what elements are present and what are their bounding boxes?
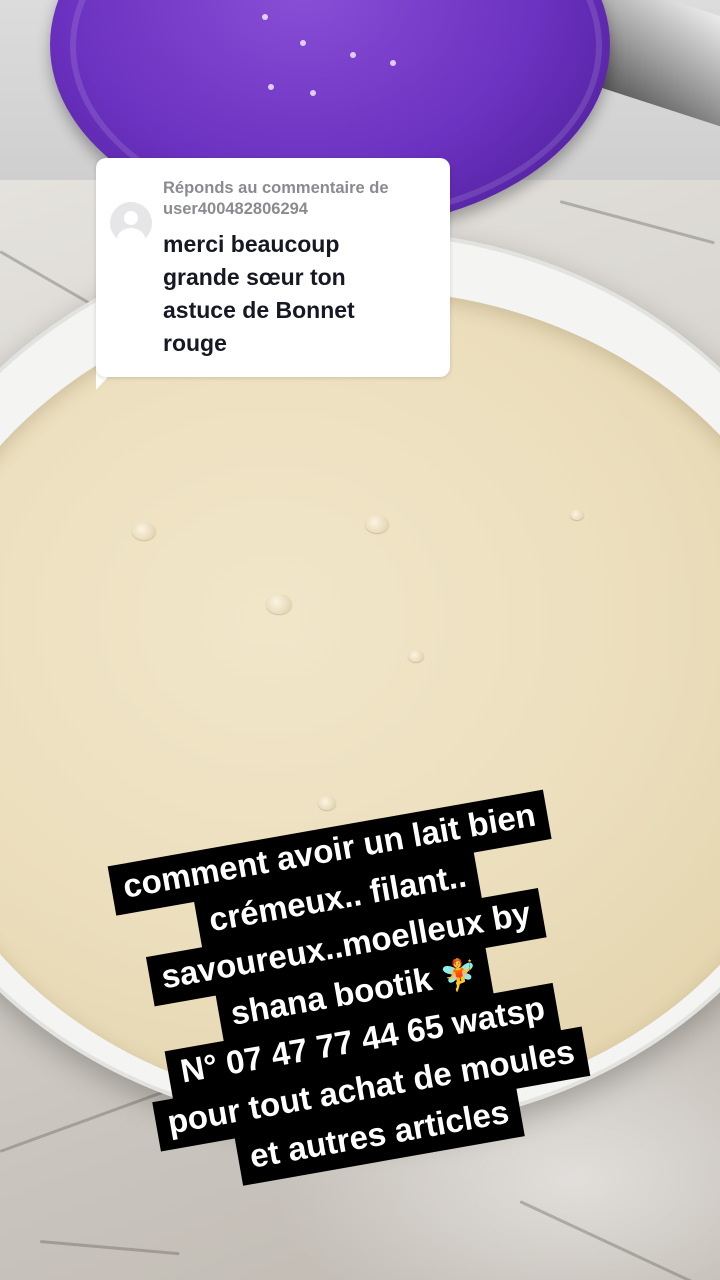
reply-meta: Réponds au commentaire de user4004828062… [163,179,389,218]
water-drop [262,14,268,20]
bubble [132,522,156,540]
water-drop [300,40,306,46]
reply-comment-card[interactable]: Réponds au commentaire de user4004828062… [96,158,450,377]
reply-text-line: merci beaucoup [163,231,340,257]
water-drop [268,84,274,90]
reply-text-line: rouge [163,330,227,356]
bubble [408,650,424,662]
water-drop [310,90,316,96]
reply-comment-text: merci beaucoup grande sœur ton astuce de… [163,228,438,360]
fairy-emoji-icon: 🧚 [438,956,481,996]
marble-vein [519,1200,702,1280]
bubble [570,510,584,520]
reply-text-line: astuce de Bonnet [163,297,355,323]
bubble [365,515,389,533]
bubble [266,594,292,614]
marble-vein [39,1240,180,1256]
water-drop [390,60,396,66]
water-drop [350,52,356,58]
marble-vein [559,200,715,245]
user-avatar-icon[interactable] [110,202,152,244]
bubble [318,796,336,810]
reply-text-line: grande sœur ton [163,264,346,290]
